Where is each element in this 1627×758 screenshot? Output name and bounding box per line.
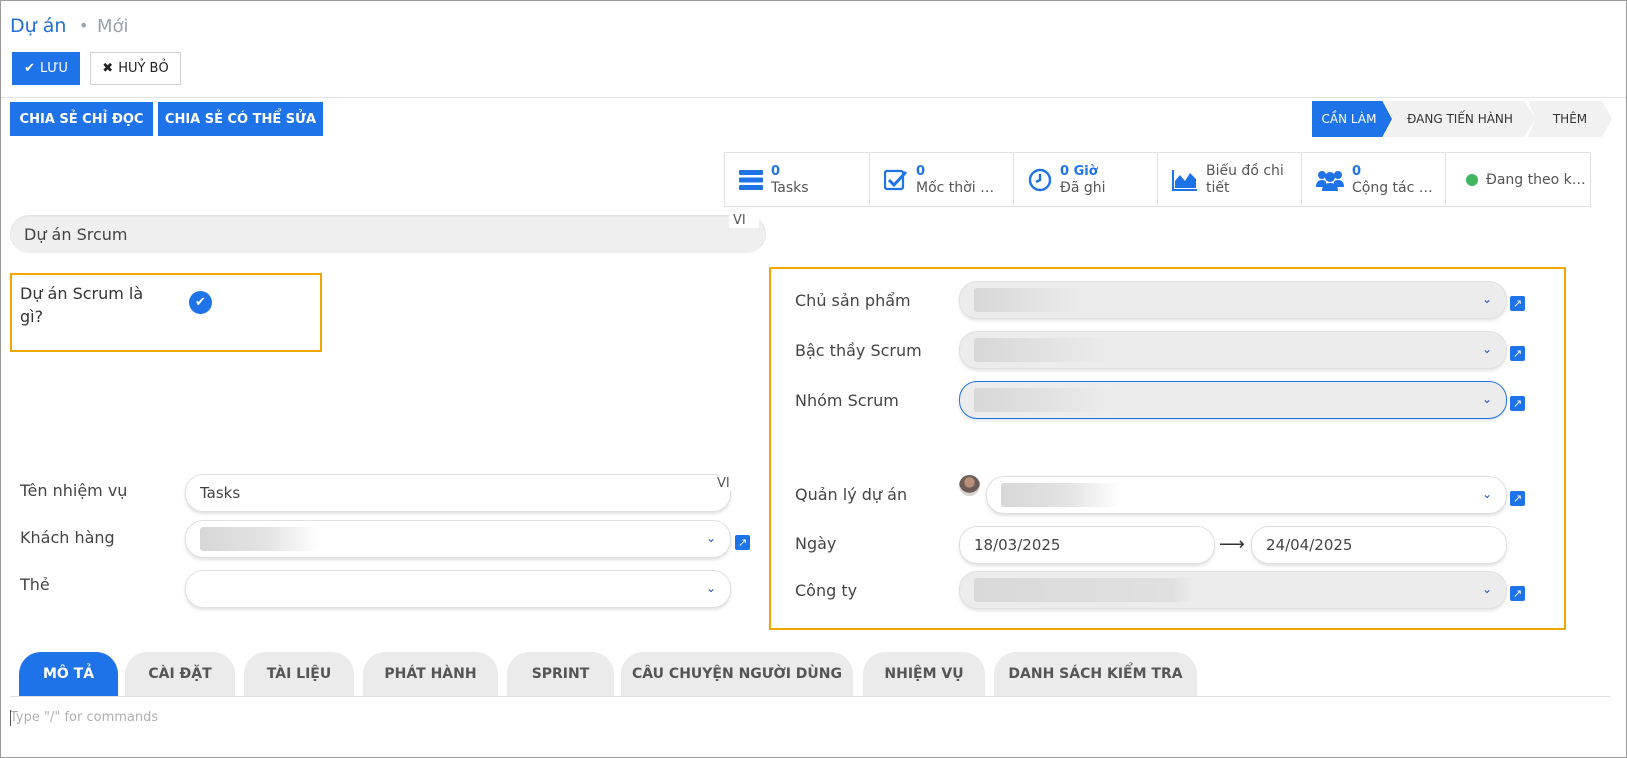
customer-external-link-icon[interactable]: ↗ xyxy=(735,535,750,550)
customer-select[interactable]: ⌄ xyxy=(185,520,731,558)
project-manager-select[interactable]: ⌄ xyxy=(986,476,1507,514)
collaborators-label: Cộng tác vi... xyxy=(1352,179,1438,196)
tasks-count: 0 xyxy=(771,163,781,179)
chevron-down-icon: ⌄ xyxy=(1481,392,1492,406)
date-label: Ngày xyxy=(795,534,837,553)
area-chart-icon xyxy=(1172,169,1197,191)
tab-tasks[interactable]: NHIỆM VỤ xyxy=(863,652,985,696)
customer-label: Khách hàng xyxy=(20,528,115,547)
chevron-down-icon: ⌄ xyxy=(705,581,716,595)
customer-value-redacted xyxy=(200,527,320,551)
product-owner-select[interactable]: ⌄ xyxy=(959,281,1507,319)
scrum-master-label: Bậc thầy Scrum xyxy=(795,341,922,360)
milestones-count: 0 xyxy=(916,163,926,179)
scrum-team-value-redacted xyxy=(974,388,1114,412)
time-value: 0 Giờ xyxy=(1060,163,1098,179)
end-date-input[interactable]: 24/04/2025 xyxy=(1251,526,1507,564)
tab-user-stories[interactable]: CÂU CHUYỆN NGƯỜI DÙNG xyxy=(621,652,853,696)
breadcrumb-current: Mới xyxy=(97,16,129,37)
stage-todo[interactable]: CẦN LÀM xyxy=(1312,101,1392,137)
project-name-lang[interactable]: VI xyxy=(729,213,759,228)
tags-select[interactable]: ⌄ xyxy=(185,570,731,608)
save-button[interactable]: ✔ LƯU xyxy=(12,52,80,85)
header-divider xyxy=(1,97,1626,98)
end-date-value: 24/04/2025 xyxy=(1266,536,1353,554)
company-external-link-icon[interactable]: ↗ xyxy=(1510,586,1525,601)
company-select[interactable]: ⌄ xyxy=(959,571,1507,609)
product-owner-value-redacted xyxy=(974,288,1084,312)
smart-button-tasks[interactable]: 0 Tasks xyxy=(724,152,870,207)
description-editor[interactable]: Type "/" for commands xyxy=(10,710,158,725)
tasks-icon xyxy=(739,169,763,190)
checkbox-icon xyxy=(884,169,908,190)
check-icon: ✔ xyxy=(195,295,206,310)
chevron-down-icon: ⌄ xyxy=(705,531,716,545)
scrum-master-value-redacted xyxy=(974,338,1114,362)
task-name-value: Tasks xyxy=(200,484,241,502)
tab-sprint[interactable]: SPRINT xyxy=(507,652,614,696)
stage-in-progress[interactable]: ĐANG TIẾN HÀNH xyxy=(1384,101,1536,137)
chevron-down-icon: ⌄ xyxy=(1481,487,1492,501)
tab-documents[interactable]: TÀI LIỆU xyxy=(244,652,354,696)
project-name-input[interactable]: Dự án Srcum xyxy=(10,215,766,253)
breadcrumb-separator: • xyxy=(79,16,89,35)
cancel-button-label: HUỶ BỎ xyxy=(118,61,169,76)
project-manager-value-redacted xyxy=(1001,483,1121,507)
close-icon: ✖ xyxy=(102,61,114,76)
smart-button-chart[interactable]: Biểu đồ chi tiết xyxy=(1157,152,1302,207)
smart-button-milestones[interactable]: 0 Mốc thời gi... xyxy=(869,152,1014,207)
product-owner-external-link-icon[interactable]: ↗ xyxy=(1510,296,1525,311)
smart-button-status[interactable]: Đang theo kế hoạch xyxy=(1445,152,1591,207)
share-readonly-button[interactable]: CHIA SẺ CHỈ ĐỌC xyxy=(10,102,153,136)
scrum-master-select[interactable]: ⌄ xyxy=(959,331,1507,369)
scrum-team-select[interactable]: ⌄ xyxy=(959,381,1507,419)
start-date-input[interactable]: 18/03/2025 xyxy=(959,526,1215,564)
task-name-label: Tên nhiệm vụ xyxy=(20,481,128,500)
cancel-button[interactable]: ✖ HUỶ BỎ xyxy=(90,52,181,85)
task-name-lang[interactable]: VI xyxy=(713,476,734,491)
project-manager-label: Quản lý dự án xyxy=(795,485,908,504)
milestones-label: Mốc thời gi... xyxy=(916,179,1002,196)
share-editable-button[interactable]: CHIA SẺ CÓ THỂ SỬA xyxy=(158,102,323,136)
scrum-question-label: Dự án Scrum là gì? xyxy=(20,284,144,326)
clock-icon xyxy=(1028,168,1052,191)
collaborators-count: 0 xyxy=(1352,163,1362,179)
arrow-right-icon: ⟶ xyxy=(1219,534,1245,555)
save-button-label: LƯU xyxy=(39,61,68,76)
scrum-team-external-link-icon[interactable]: ↗ xyxy=(1510,396,1525,411)
status-label: Đang theo kế hoạch xyxy=(1486,171,1590,188)
tab-description[interactable]: MÔ TẢ xyxy=(19,652,118,696)
task-name-input[interactable]: Tasks xyxy=(185,474,731,512)
avatar xyxy=(959,475,980,496)
tags-label: Thẻ xyxy=(20,575,50,594)
scrum-master-external-link-icon[interactable]: ↗ xyxy=(1510,346,1525,361)
product-owner-label: Chủ sản phẩm xyxy=(795,291,911,310)
users-icon xyxy=(1316,170,1344,191)
tab-divider xyxy=(10,696,1610,697)
smart-button-collaborators[interactable]: 0 Cộng tác vi... xyxy=(1301,152,1446,207)
time-label: Đã ghi xyxy=(1060,179,1106,196)
form-view: Dự án • Mới ✔ LƯU ✖ HUỶ BỎ CHIA SẺ CHỈ Đ… xyxy=(0,0,1627,758)
scrum-team-label: Nhóm Scrum xyxy=(795,391,899,410)
start-date-value: 18/03/2025 xyxy=(974,536,1061,554)
tab-releases[interactable]: PHÁT HÀNH xyxy=(363,652,498,696)
scrum-checkbox[interactable]: ✔ xyxy=(189,291,212,314)
editor-caret xyxy=(10,710,11,726)
check-icon: ✔ xyxy=(24,61,35,76)
company-label: Công ty xyxy=(795,581,858,600)
tab-settings[interactable]: CÀI ĐẶT xyxy=(125,652,235,696)
smart-button-timesheet[interactable]: 0 Giờ Đã ghi xyxy=(1013,152,1158,207)
chevron-down-icon: ⌄ xyxy=(1481,292,1492,306)
chevron-down-icon: ⌄ xyxy=(1481,342,1492,356)
chevron-down-icon: ⌄ xyxy=(1481,582,1492,596)
status-dot-icon xyxy=(1466,173,1478,186)
breadcrumb-root[interactable]: Dự án xyxy=(10,15,66,37)
stage-more[interactable]: THÊM xyxy=(1528,101,1612,137)
chart-label: Biểu đồ chi tiết xyxy=(1206,162,1284,196)
tasks-label: Tasks xyxy=(771,179,809,196)
tab-checklists[interactable]: DANH SÁCH KIỂM TRA xyxy=(994,652,1197,696)
project-manager-external-link-icon[interactable]: ↗ xyxy=(1510,491,1525,506)
company-value-redacted xyxy=(974,578,1194,602)
